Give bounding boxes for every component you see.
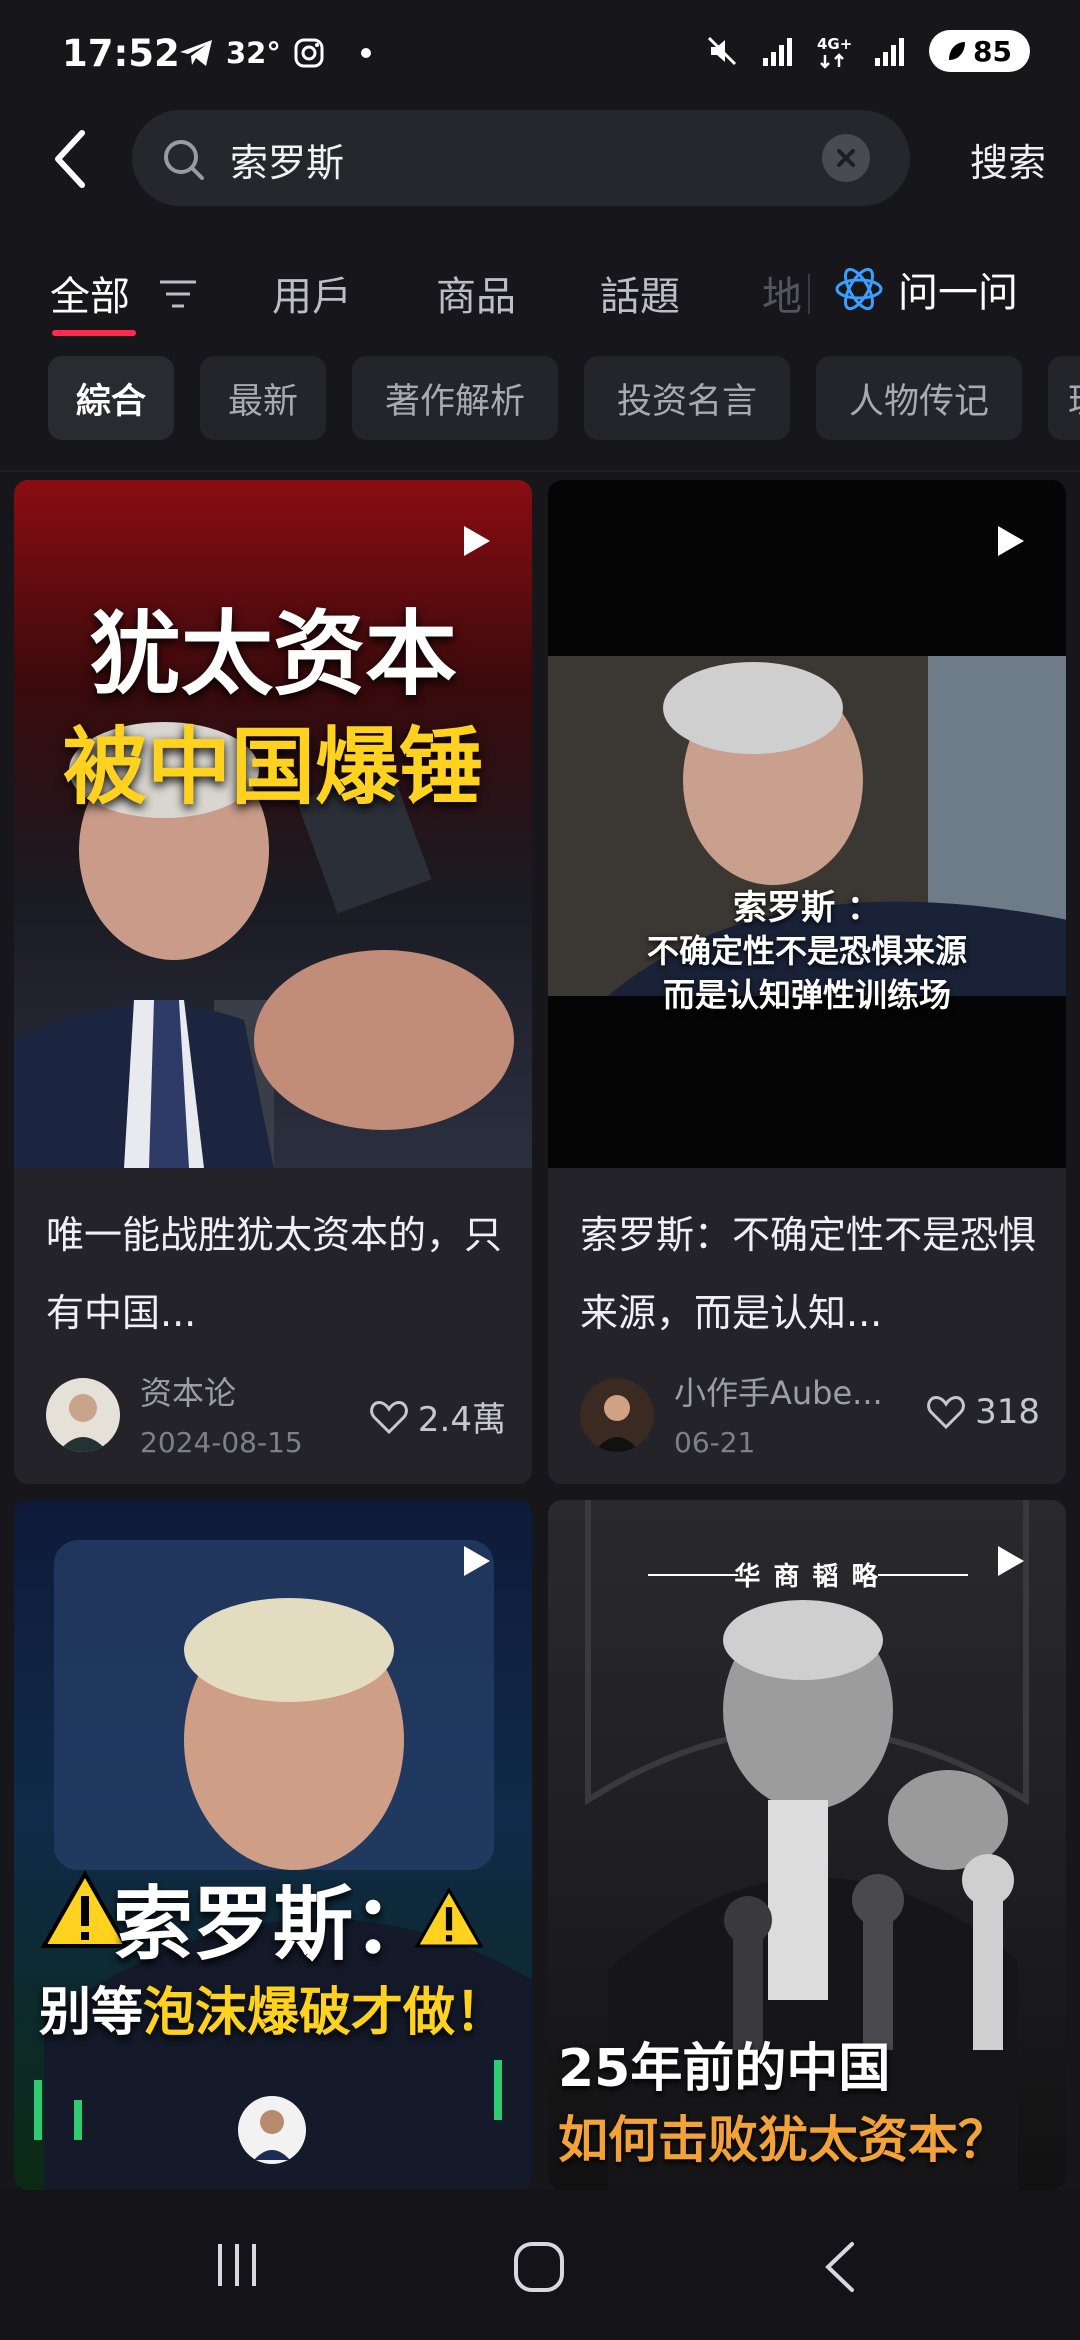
thumbnail-brand: 华 商 韬 略: [734, 1562, 880, 1592]
like-count-value: 2.4萬: [417, 1400, 506, 1440]
result-card-1[interactable]: 犹太资本 被中国爆锤 唯一能战胜犹太资本的，只有中国... 资本论 2024-0…: [14, 480, 532, 1484]
tab-divider: [808, 274, 810, 314]
brand-line-right: [878, 1574, 968, 1576]
author-name: 小作手Aube...: [674, 1374, 883, 1412]
brand-line-left: [648, 1574, 738, 1576]
thumbnail-portrait: [548, 656, 1066, 996]
thumbnail-portrait: [34, 1540, 532, 2190]
4g-icon: 4G+: [817, 35, 851, 69]
active-tab-indicator: [52, 330, 136, 336]
tab-all[interactable]: 全部: [50, 264, 130, 322]
post-date: 06-21: [674, 1426, 756, 1459]
video-thumbnail: 索罗斯 ： 不确定性不是恐惧来源 而是认知弹性训练场: [548, 480, 1066, 1168]
thumbnail-subheadline: 别等泡沫爆破才做！: [14, 1970, 532, 2045]
play-icon: [998, 1546, 1024, 1576]
ask-label: 问一问: [898, 270, 1018, 316]
author-name: 资本论: [140, 1374, 237, 1412]
thumbnail-headline: 25年前的中国: [558, 2039, 891, 2099]
play-icon: [998, 526, 1024, 556]
home-icon[interactable]: [512, 2240, 566, 2294]
like-count[interactable]: 318: [927, 1392, 1040, 1432]
instagram-icon: [294, 38, 324, 68]
filter-icon[interactable]: [158, 276, 198, 312]
result-card-4[interactable]: 华 商 韬 略 25年前的中国 如何击败犹太资本？: [548, 1500, 1066, 2190]
chip-investment-quotes[interactable]: 投资名言: [584, 356, 790, 440]
header-divider: [0, 470, 1080, 472]
mute-icon: [707, 36, 737, 66]
signal-icon: [763, 38, 793, 66]
svg-text:4G+: 4G+: [817, 35, 851, 53]
heart-icon: [370, 1400, 408, 1434]
ask-ai-button[interactable]: 问一问: [834, 260, 1018, 318]
play-icon: [464, 1546, 490, 1576]
filter-chips: 綜合 最新 著作解析 投资名言 人物传记 理: [48, 356, 1080, 442]
status-bar: 17:52 32° 4G+ 85: [0, 0, 1080, 110]
chip-comprehensive[interactable]: 綜合: [48, 356, 174, 440]
video-thumbnail: 索罗斯： 别等泡沫爆破才做！: [14, 1500, 532, 2190]
system-nav-bar: [0, 2190, 1080, 2340]
leaf-icon: [949, 42, 966, 60]
tab-location-partial[interactable]: 地: [762, 264, 802, 322]
chip-biography[interactable]: 人物传记: [816, 356, 1022, 440]
temperature: 32°: [226, 36, 281, 70]
thumbnail-headline: 犹太资本: [88, 601, 457, 708]
thumbnail-subheadline-b: 泡沫爆破才做！: [143, 1983, 508, 2043]
battery-level: 85: [973, 34, 1012, 68]
result-card-2[interactable]: 索罗斯 ： 不确定性不是恐惧来源 而是认知弹性训练场 索罗斯：不确定性不是恐惧来…: [548, 480, 1066, 1484]
telegram-icon: [180, 40, 212, 66]
thumbnail-headline: 索罗斯：: [113, 1878, 433, 1971]
recent-apps-icon[interactable]: [212, 2240, 262, 2290]
tab-products[interactable]: 商品: [436, 264, 516, 322]
chip-theory-partial[interactable]: 理: [1048, 356, 1080, 440]
tab-users[interactable]: 用戶: [272, 264, 352, 322]
chevron-left-icon: [55, 130, 85, 188]
signal-icon-2: [875, 38, 905, 66]
back-nav-icon[interactable]: [820, 2240, 860, 2294]
search-header: 搜索: [0, 110, 1080, 210]
notification-dot: [360, 48, 371, 58]
back-button[interactable]: [40, 124, 100, 194]
author-avatar: [580, 1378, 654, 1452]
search-input[interactable]: [228, 110, 792, 208]
thumbnail-subheadline: 如何击败犹太资本？: [558, 2111, 1008, 2169]
video-thumbnail: 华 商 韬 略 25年前的中国 如何击败犹太资本？: [548, 1500, 1066, 2190]
search-icon: [164, 140, 204, 180]
battery-indicator: 85: [929, 30, 1030, 72]
video-thumbnail: 犹太资本 被中国爆锤: [14, 480, 532, 1168]
card-title: 唯一能战胜犹太资本的，只有中国...: [46, 1213, 503, 1335]
avatar-image: [58, 1394, 108, 1452]
chip-works-analysis[interactable]: 著作解析: [352, 356, 558, 440]
ai-star-icon: [835, 267, 883, 311]
author-avatar: [46, 1378, 120, 1452]
status-left-icons: 32°: [178, 36, 371, 70]
search-box[interactable]: [132, 110, 910, 208]
thumbnail-caption-2: 不确定性不是恐惧来源: [646, 932, 967, 970]
post-date: 2024-08-15: [140, 1426, 303, 1459]
thumbnail-caption-3: 而是认知弹性训练场: [662, 976, 951, 1014]
tab-topics[interactable]: 話題: [600, 264, 680, 322]
card-title: 索罗斯：不确定性不是恐惧来源，而是认知...: [580, 1213, 1037, 1335]
status-time: 17:52: [62, 32, 180, 75]
like-count-value: 318: [975, 1392, 1040, 1432]
thumbnail-subheadline-a: 别等: [38, 1983, 143, 2043]
search-submit-button[interactable]: 搜索: [970, 132, 1046, 187]
close-icon: [837, 149, 855, 167]
like-count[interactable]: 2.4萬: [370, 1392, 506, 1441]
avatar-image: [594, 1395, 640, 1452]
thumbnail-caption-1: 索罗斯 ：: [733, 888, 881, 928]
result-tabs: 全部 用戶 商品 話題 地 问一问: [0, 250, 1080, 350]
status-right-icons: 4G+ 85: [705, 30, 1030, 72]
result-card-3[interactable]: 索罗斯： 别等泡沫爆破才做！: [14, 1500, 532, 2190]
clear-search-button[interactable]: [822, 134, 870, 182]
thumbnail-subheadline: 被中国爆锤: [62, 718, 483, 816]
heart-icon: [927, 1395, 965, 1429]
play-icon: [464, 526, 490, 556]
chip-latest[interactable]: 最新: [200, 356, 326, 440]
